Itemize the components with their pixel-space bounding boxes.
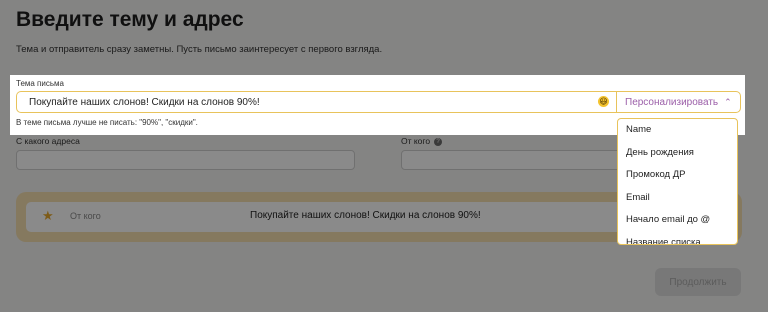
menu-item-birthday-promo[interactable]: Промокод ДР [618, 164, 737, 187]
subject-label: Тема письма [16, 79, 64, 88]
personalize-button[interactable]: Персонализировать ⌃ [616, 91, 741, 113]
menu-item-name[interactable]: Name [618, 119, 737, 142]
emoji-icon[interactable]: 😃 [598, 96, 609, 107]
personalize-dropdown: Name День рождения Промокод ДР Email Нач… [617, 118, 738, 245]
chevron-up-icon: ⌃ [724, 96, 732, 107]
menu-item-email[interactable]: Email [618, 187, 737, 210]
menu-item-list-name[interactable]: Название списка [618, 232, 737, 245]
menu-item-birthday[interactable]: День рождения [618, 142, 737, 165]
menu-item-email-prefix[interactable]: Начало email до @ [618, 209, 737, 232]
subject-input[interactable]: Покупайте наших слонов! Скидки на слонов… [16, 91, 616, 113]
subject-hint: В теме письма лучше не писать: "90%", "с… [16, 118, 198, 127]
subject-value: Покупайте наших слонов! Скидки на слонов… [29, 97, 260, 108]
personalize-label: Персонализировать [625, 96, 719, 108]
